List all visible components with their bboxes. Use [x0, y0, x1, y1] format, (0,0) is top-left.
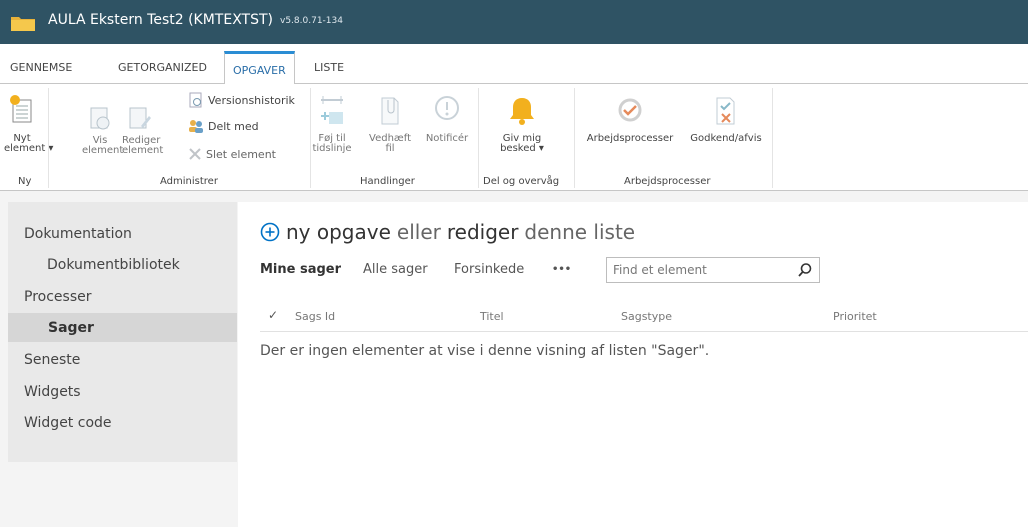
new-item-label-2: element ▾ — [4, 143, 54, 154]
folder-icon — [11, 17, 35, 31]
view-item-icon — [90, 107, 110, 130]
empty-list-message: Der er ingen elementer at vise i denne v… — [260, 343, 710, 359]
group-ny: Ny — [18, 176, 32, 187]
nav-dokumentbibliotek[interactable]: Dokumentbibliotek — [47, 257, 180, 273]
version-history-label: Versionshistorik — [208, 93, 295, 107]
suite-bar: AULA Ekstern Test2 (KMTEXTST) v5.8.0.71-… — [0, 0, 1028, 44]
shared-with-button[interactable]: Delt med — [188, 119, 259, 133]
tab-liste[interactable]: LISTE — [314, 61, 344, 74]
approve-reject-button: Godkend/afvis — [684, 94, 768, 144]
column-sagstype[interactable]: Sagstype — [621, 310, 672, 323]
group-del-og-overvaag: Del og overvåg — [483, 176, 560, 187]
new-item-button[interactable]: Nyt element ▾ — [4, 94, 54, 154]
column-sags-id[interactable]: Sags Id — [295, 310, 335, 323]
nav-dokumentation[interactable]: Dokumentation — [24, 226, 132, 242]
group-administrer: Administrer — [160, 176, 218, 187]
search-box — [606, 257, 820, 283]
nav-processer[interactable]: Processer — [24, 289, 91, 305]
new-item-icon — [10, 95, 32, 123]
tab-opgaver[interactable]: OPGAVER — [224, 51, 295, 85]
nav-widget-code[interactable]: Widget code — [24, 415, 112, 431]
column-titel[interactable]: Titel — [480, 310, 504, 323]
new-task-connector: eller — [396, 220, 441, 244]
workflow-icon — [618, 98, 642, 122]
exclamation-icon — [435, 96, 459, 120]
version-history-button[interactable]: Versionshistorik — [188, 92, 295, 108]
nav-seneste[interactable]: Seneste — [24, 352, 80, 368]
people-icon — [189, 120, 203, 133]
new-task-link[interactable]: ny opgave — [286, 220, 391, 244]
approve-reject-label: Godkend/afvis — [690, 133, 762, 144]
delete-item-button: Slet element — [188, 147, 276, 161]
ribbon-tabs: GENNEMSE GETORGANIZED OPGAVER LISTE — [0, 44, 1028, 85]
shared-with-label: Delt med — [208, 119, 259, 133]
approve-reject-icon — [716, 97, 735, 125]
version-label: v5.8.0.71-134 — [280, 16, 343, 26]
view-item-button: Vis element — [82, 106, 124, 156]
ribbon-divider — [478, 88, 479, 188]
delete-icon — [189, 148, 201, 160]
search-input[interactable] — [613, 262, 789, 278]
site-title[interactable]: AULA Ekstern Test2 (KMTEXTST) — [48, 12, 273, 28]
select-all-checkmark-icon[interactable]: ✓ — [268, 308, 278, 322]
view-forsinkede[interactable]: Forsinkede — [454, 262, 524, 277]
plus-circle-icon[interactable] — [260, 222, 280, 242]
edit-item-label-2: element — [122, 145, 164, 156]
ribbon-divider — [772, 88, 773, 188]
tab-gennemse[interactable]: GENNEMSE — [10, 61, 72, 74]
version-history-icon — [189, 92, 202, 108]
view-alle-sager[interactable]: Alle sager — [363, 262, 428, 277]
bell-icon — [510, 98, 534, 125]
nav-sager[interactable]: Sager — [8, 313, 237, 342]
group-arbejdsprocesser: Arbejdsprocesser — [624, 176, 711, 187]
ribbon-divider — [574, 88, 575, 188]
edit-item-button: Rediger element — [122, 106, 164, 156]
tab-getorganized[interactable]: GETORGANIZED — [118, 61, 207, 74]
timeline-icon — [321, 96, 343, 124]
timeline-label-2: tidslinje — [312, 143, 352, 154]
edit-list-tail: denne liste — [524, 220, 636, 244]
view-mine-sager[interactable]: Mine sager — [260, 262, 341, 277]
notify-label: Notificér — [425, 133, 469, 144]
ribbon-divider — [48, 88, 49, 188]
nav-widgets[interactable]: Widgets — [24, 384, 81, 400]
view-item-label-2: element — [82, 145, 124, 156]
main-content: ny opgave eller rediger denne liste Mine… — [238, 202, 1028, 527]
ribbon: Nyt element ▾ Ny Vis element Rediger ele… — [0, 84, 1028, 191]
add-to-timeline-button: Føj til tidslinje — [312, 94, 352, 154]
attach-file-icon — [381, 97, 399, 125]
new-item-heading: ny opgave eller rediger denne liste — [260, 220, 635, 244]
header-divider — [260, 331, 1028, 332]
attach-file-label-2: fil — [385, 143, 395, 154]
edit-item-icon — [129, 107, 151, 129]
column-prioritet[interactable]: Prioritet — [833, 310, 877, 323]
alert-me-button[interactable]: Giv mig besked ▾ — [498, 94, 546, 154]
workflows-label: Arbejdsprocesser — [586, 133, 674, 144]
attach-file-button: Vedhæft fil — [368, 94, 412, 154]
more-views-button[interactable]: ••• — [552, 264, 571, 275]
ribbon-divider — [310, 88, 311, 188]
search-icon[interactable] — [797, 262, 813, 278]
group-handlinger: Handlinger — [360, 176, 415, 187]
alert-me-label-2: besked ▾ — [500, 143, 544, 154]
edit-list-link[interactable]: rediger — [447, 220, 519, 244]
workflows-button[interactable]: Arbejdsprocesser — [580, 94, 680, 144]
delete-item-label: Slet element — [206, 147, 276, 161]
notify-button: Notificér — [422, 94, 472, 144]
